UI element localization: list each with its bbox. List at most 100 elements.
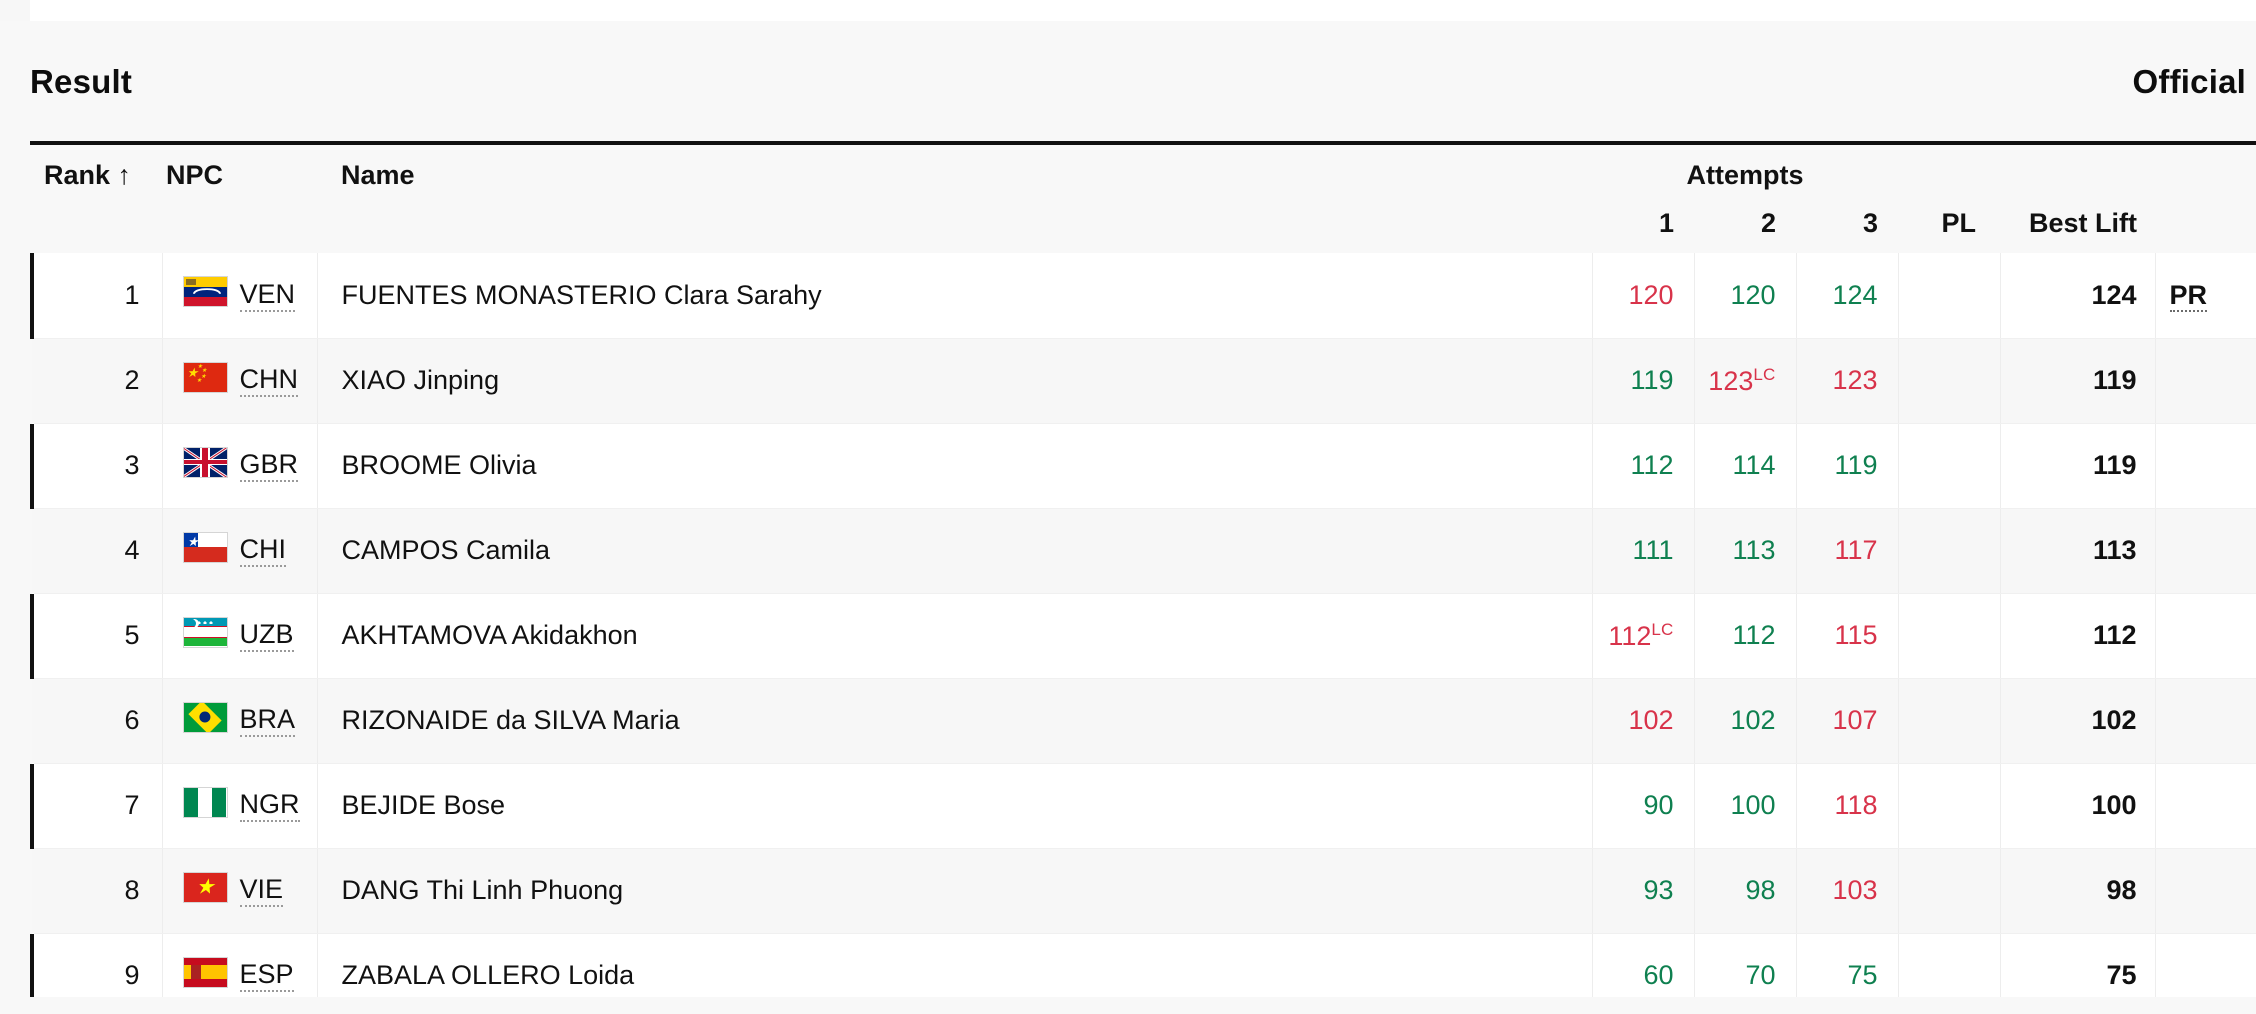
column-header-name[interactable]: Name <box>317 145 1592 195</box>
attempt-2-cell: 123LC <box>1694 338 1797 424</box>
npc-code[interactable]: GBR <box>239 449 299 483</box>
attempt-1-cell: 90 <box>1592 763 1695 849</box>
page-title: Result <box>30 63 133 100</box>
column-header-pl[interactable]: PL <box>1898 195 2001 253</box>
results-table-body: 1 VEN FUENTES MONASTERIO Clara Sarahy 120 12… <box>30 253 2256 997</box>
table-row[interactable]: 5 UZB AKHTAMOVA Akidakhon 112LC 112 115 112 <box>30 593 2256 679</box>
table-row[interactable]: 2 ★ ★ ★ ★ ★ CHN XIAO Jinping 119 123LC 123 119 <box>32 338 2256 424</box>
results-table-scroll[interactable]: Rank ↑ NPC Name Attempts 1 2 3 PL Best L… <box>30 145 2256 997</box>
attempt-1-cell: 120 <box>1592 253 1695 339</box>
flag-brazil-icon <box>182 701 228 740</box>
results-table: Rank ↑ NPC Name Attempts 1 2 3 PL Best L… <box>30 145 2256 997</box>
record-badge-cell <box>2155 423 2256 509</box>
athlete-name-cell[interactable]: XIAO Jinping <box>317 338 1593 424</box>
result-panel: Result Official Rank ↑ NPC Name Attempts… <box>0 21 2256 1014</box>
npc-code[interactable]: NGR <box>239 789 300 823</box>
pl-cell <box>1898 508 2001 594</box>
result-header: Result Official <box>30 51 2256 113</box>
table-row[interactable]: 1 VEN FUENTES MONASTERIO Clara Sarahy 120 12… <box>30 253 2256 339</box>
results-page: Result Official Rank ↑ NPC Name Attempts… <box>0 0 2256 1014</box>
athlete-name-cell[interactable]: RIZONAIDE da SILVA Maria <box>317 678 1593 764</box>
best-lift-cell: 119 <box>2000 423 2156 509</box>
npc-cell: VEN <box>162 253 318 339</box>
npc-code[interactable]: CHI <box>239 534 286 568</box>
pl-cell <box>1898 678 2001 764</box>
athlete-name-cell[interactable]: FUENTES MONASTERIO Clara Sarahy <box>317 253 1593 339</box>
header-row-group: Rank ↑ NPC Name Attempts <box>32 145 2256 195</box>
attempt-3-cell: 123 <box>1796 338 1899 424</box>
attempt-1-cell: 102 <box>1592 678 1695 764</box>
attempt-2-mark: LC <box>1753 364 1776 384</box>
attempt-1-value: 90 <box>1643 790 1674 820</box>
column-header-npc[interactable]: NPC <box>162 145 317 195</box>
attempt-3-value: 115 <box>1834 620 1878 650</box>
npc-code[interactable]: VEN <box>239 279 296 312</box>
flag-spain-icon <box>182 956 228 995</box>
column-header-best-lift[interactable]: Best Lift <box>2000 195 2156 253</box>
best-lift-cell: 75 <box>2000 933 2156 997</box>
npc-cell: BRA <box>162 678 318 764</box>
npc-code[interactable]: CHN <box>239 364 298 398</box>
column-header-attempt-1[interactable]: 1 <box>1592 195 1694 253</box>
table-row[interactable]: 3 GBR BROOME Olivia 112 114 119 119 <box>30 423 2256 509</box>
record-badge-cell <box>2155 933 2256 997</box>
column-header-rank[interactable]: Rank ↑ <box>32 145 162 195</box>
athlete-name-cell[interactable]: CAMPOS Camila <box>317 508 1593 594</box>
flag-uzbekistan-icon <box>182 616 228 655</box>
results-table-head: Rank ↑ NPC Name Attempts 1 2 3 PL Best L… <box>32 145 2256 253</box>
best-lift-cell: 124 <box>2000 253 2156 339</box>
table-row[interactable]: 4 ★ CHI CAMPOS Camila 111 113 117 113 <box>32 508 2256 594</box>
best-lift-cell: 100 <box>2000 763 2156 849</box>
sort-ascending-icon[interactable]: ↑ <box>118 160 132 190</box>
attempt-3-cell: 117 <box>1796 508 1899 594</box>
athlete-name-cell[interactable]: BEJIDE Bose <box>317 763 1593 849</box>
npc-code[interactable]: BRA <box>239 704 296 738</box>
attempt-2-cell: 70 <box>1694 933 1797 997</box>
attempt-3-value: 124 <box>1832 279 1878 310</box>
column-header-spacer-pl <box>1898 145 2001 195</box>
athlete-name-cell[interactable]: ZABALA OLLERO Loida <box>317 933 1593 997</box>
attempt-2-value: 112 <box>1732 620 1776 650</box>
table-row[interactable]: 8 ★ VIE DANG Thi Linh Phuong 93 98 103 98 <box>32 848 2256 934</box>
npc-code[interactable]: UZB <box>239 619 294 653</box>
athlete-name-cell[interactable]: AKHTAMOVA Akidakhon <box>317 593 1593 679</box>
npc-cell: NGR <box>162 763 318 849</box>
attempt-2-value: 102 <box>1730 705 1776 735</box>
personal-record-badge[interactable]: PR <box>2169 279 2208 312</box>
attempt-3-value: 123 <box>1832 365 1878 395</box>
athlete-name-cell[interactable]: DANG Thi Linh Phuong <box>317 848 1593 934</box>
attempt-1-value: 112 <box>1630 450 1674 480</box>
npc-cell: GBR <box>162 423 318 509</box>
attempt-2-cell: 102 <box>1694 678 1797 764</box>
record-badge-cell <box>2155 338 2256 424</box>
record-badge-cell <box>2155 593 2256 679</box>
pl-cell <box>1898 763 2001 849</box>
column-header-attempt-2[interactable]: 2 <box>1694 195 1796 253</box>
best-lift-cell: 113 <box>2000 508 2156 594</box>
attempt-2-value: 114 <box>1732 450 1776 480</box>
pl-cell <box>1898 253 2001 339</box>
column-subheader-name-spacer <box>317 195 1592 253</box>
table-row[interactable]: 7 NGR BEJIDE Bose 90 100 118 100 <box>30 763 2256 849</box>
attempt-1-value: 102 <box>1628 705 1674 735</box>
npc-code[interactable]: ESP <box>239 959 294 993</box>
table-row[interactable]: 6 BRA RIZONAIDE da SILVA Maria 102 102 107 102 <box>32 678 2256 764</box>
top-white-strip <box>30 0 2256 21</box>
table-row[interactable]: 9 ESP ZABALA OLLERO Loida 60 70 75 75 <box>30 933 2256 997</box>
npc-code[interactable]: VIE <box>239 874 284 908</box>
rank-cell: 4 <box>32 508 163 594</box>
column-header-spacer-best <box>2000 145 2156 195</box>
best-lift-cell: 119 <box>2000 338 2156 424</box>
attempt-2-value: 98 <box>1745 875 1776 905</box>
attempt-1-cell: 93 <box>1592 848 1695 934</box>
pl-cell <box>1898 338 2001 424</box>
best-lift-cell: 112 <box>2000 593 2156 679</box>
rank-cell: 8 <box>32 848 163 934</box>
column-header-attempt-3[interactable]: 3 <box>1796 195 1899 253</box>
athlete-name-cell[interactable]: BROOME Olivia <box>317 423 1593 509</box>
column-subheader-rank-spacer <box>32 195 162 253</box>
attempt-1-value: 93 <box>1643 875 1674 905</box>
attempt-3-value: 118 <box>1834 790 1878 820</box>
rank-cell: 2 <box>32 338 163 424</box>
flag-venezuela-icon <box>182 276 228 314</box>
